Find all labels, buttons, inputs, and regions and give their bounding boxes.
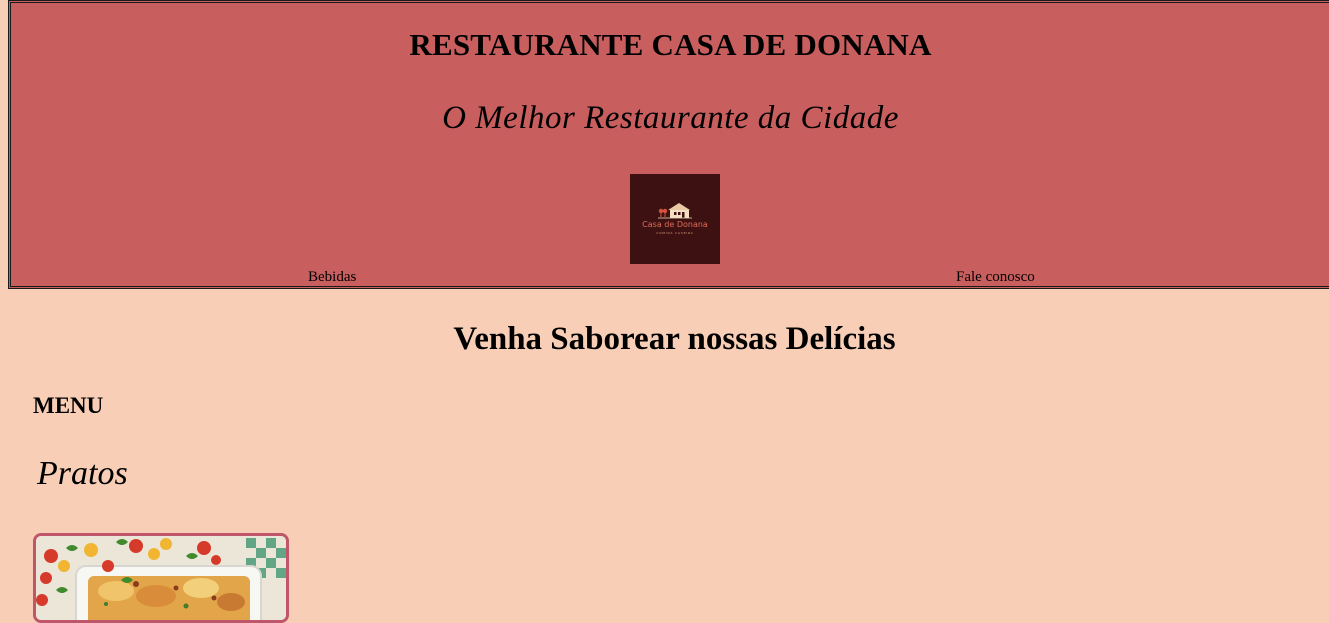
dish-photo: [36, 536, 286, 620]
dish-image-card[interactable]: [33, 533, 289, 623]
section-title: Venha Saborear nossas Delícias: [453, 321, 896, 357]
menu-heading: MENU: [33, 393, 104, 418]
site-title: RESTAURANTE CASA DE DONANA: [409, 27, 932, 62]
house-icon: [658, 203, 692, 219]
site-tagline: O Melhor Restaurante da Cidade: [442, 100, 899, 136]
logo-subtitle: COMIDA CASEIRA: [656, 231, 694, 235]
nav-link-bebidas[interactable]: Bebidas: [308, 269, 356, 286]
logo-name: Casa de Donana: [642, 220, 708, 229]
category-heading-pratos: Pratos: [37, 455, 128, 492]
nav-link-fale-conosco[interactable]: Fale conosco: [956, 269, 1035, 286]
site-header: RESTAURANTE CASA DE DONANA O Melhor Rest…: [8, 0, 1329, 289]
restaurant-logo[interactable]: Casa de Donana COMIDA CASEIRA: [630, 174, 720, 264]
